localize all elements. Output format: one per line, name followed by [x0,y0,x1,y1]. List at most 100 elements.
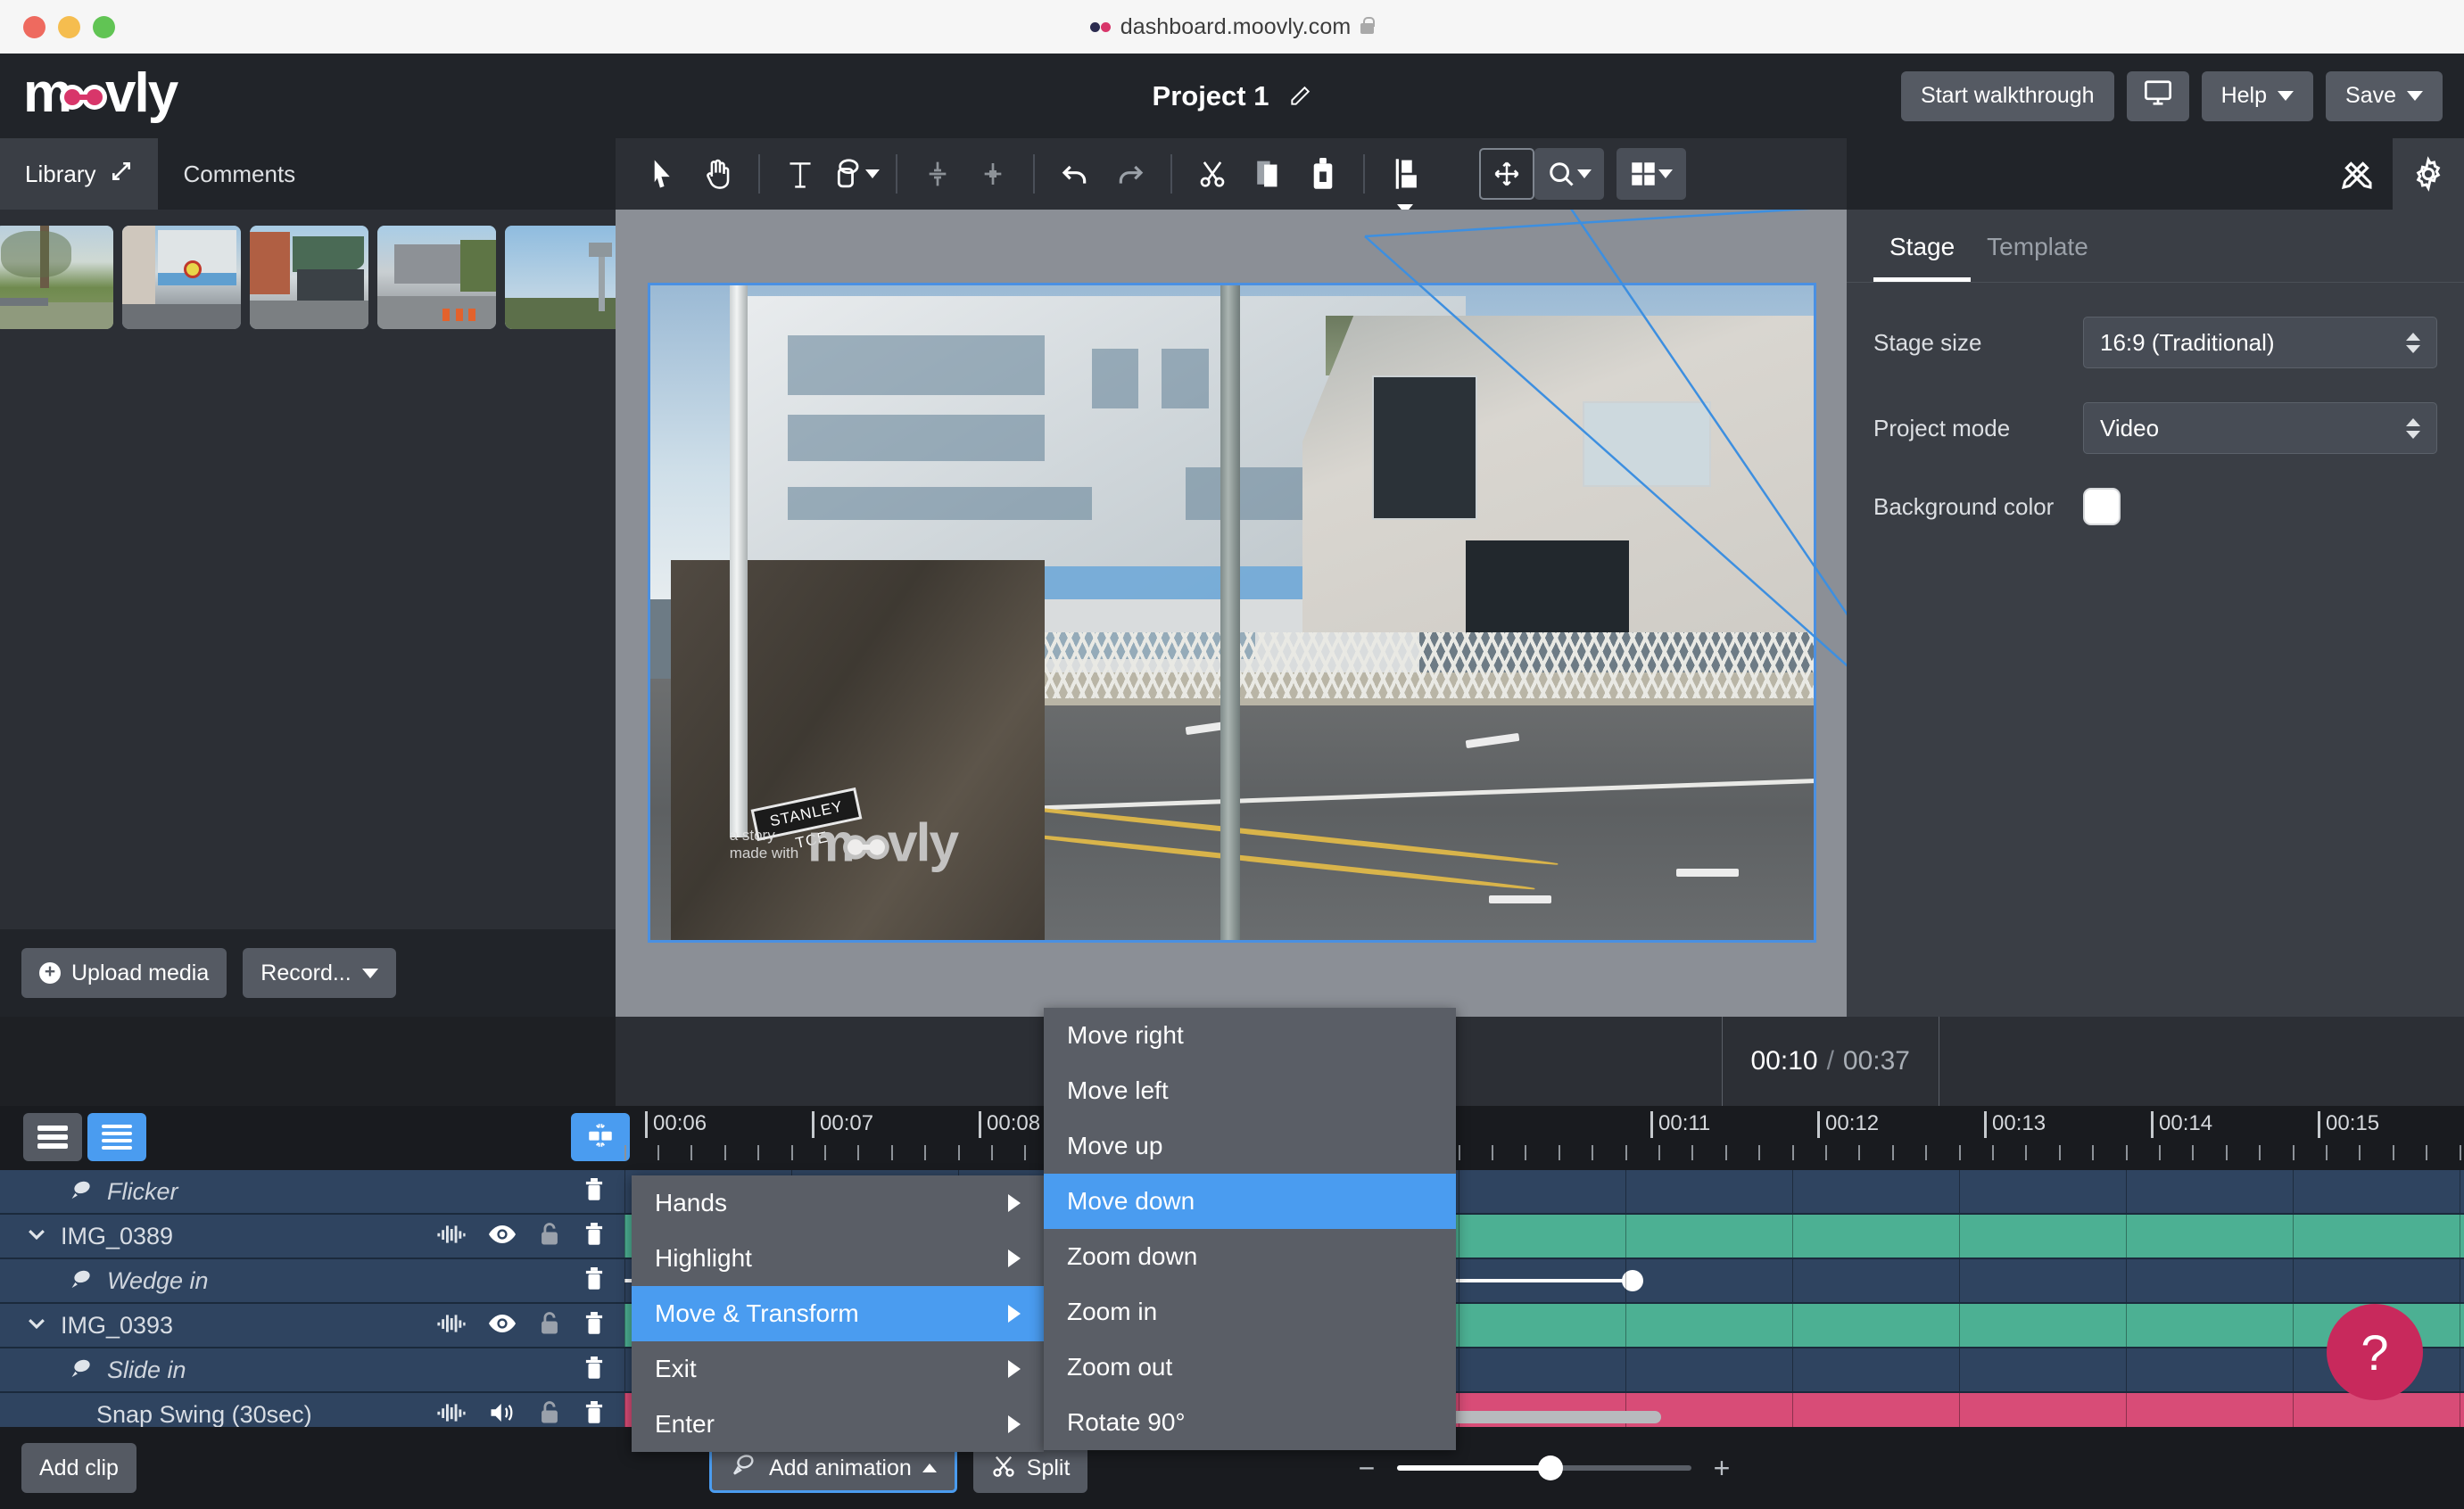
menu-item[interactable]: Move & Transform [632,1286,1044,1341]
lock-icon[interactable] [539,1400,560,1430]
start-walkthrough-button[interactable]: Start walkthrough [1901,70,2114,121]
menu-item[interactable]: Zoom down [1044,1229,1456,1284]
chevron-down-icon[interactable] [25,1312,48,1340]
save-button[interactable]: Save [2326,70,2443,121]
timeline-gridline [2293,1170,2294,1213]
menu-item[interactable]: Move up [1044,1118,1456,1174]
menu-item[interactable]: Hands [632,1175,1044,1231]
library-thumb-0[interactable] [0,226,113,329]
menu-item[interactable]: Move left [1044,1063,1456,1118]
delete-icon[interactable] [583,1356,605,1384]
ruler-tick-minor [2259,1145,2261,1160]
background-color-swatch[interactable] [2083,488,2121,525]
design-tools-icon[interactable] [2321,138,2393,210]
waveform-icon[interactable] [437,1313,466,1339]
align-vertical-tool[interactable] [910,148,965,200]
lock-icon[interactable] [539,1222,560,1251]
address-bar[interactable]: dashboard.moovly.com [0,0,2464,54]
paste-tool[interactable] [1295,148,1351,200]
gear-icon[interactable] [2393,138,2464,210]
timeline-gridline [2126,1348,2127,1391]
track-name-cell[interactable]: IMG_0393 [0,1304,624,1347]
chevron-right-icon [1008,1194,1021,1212]
ruler-tick-minor [824,1145,826,1160]
delete-icon[interactable] [583,1400,605,1429]
library-thumb-2[interactable] [250,226,368,329]
menu-item[interactable]: Exit [632,1341,1044,1397]
present-button[interactable] [2126,70,2189,121]
timeline-gridline [1959,1304,1960,1347]
upload-media-button[interactable]: + Upload media [21,948,227,998]
menu-item[interactable]: Move right [1044,1008,1456,1063]
cut-tool[interactable] [1185,148,1240,200]
properties-iconbar [1847,138,2464,210]
menu-item[interactable]: Rotate 90° [1044,1395,1456,1450]
stage-canvas[interactable]: STANLEY TCE a story made with m vly [616,210,1847,1017]
shape-tool[interactable] [828,148,883,200]
library-thumb-1[interactable] [122,226,241,329]
zoom-in-button[interactable]: + [1711,1452,1732,1485]
eye-icon[interactable] [489,1225,516,1249]
delete-icon[interactable] [583,1177,605,1206]
waveform-icon[interactable] [437,1224,466,1249]
track-name-cell[interactable]: Wedge in [0,1259,624,1302]
tab-template[interactable]: Template [1971,210,2104,282]
text-tool[interactable] [773,148,828,200]
menu-item[interactable]: Zoom in [1044,1284,1456,1340]
track-name-cell[interactable]: Slide in [0,1348,624,1391]
pencil-icon[interactable] [1288,85,1311,108]
ruler-tick-minor [1658,1145,1660,1160]
copy-tool[interactable] [1240,148,1295,200]
select-tool[interactable] [635,148,690,200]
speaker-icon[interactable] [489,1401,516,1429]
library-thumb-3[interactable] [377,226,496,329]
menu-item[interactable]: Move down [1044,1174,1456,1229]
expand-icon[interactable] [110,160,133,189]
menu-item[interactable]: Enter [632,1397,1044,1452]
waveform-icon[interactable] [437,1402,466,1428]
stage-size-select[interactable]: 16:9 (Traditional) [2083,317,2437,368]
eye-icon[interactable] [489,1314,516,1338]
animation-category-menu[interactable]: Hands Highlight Move & Transform Exit Enter [632,1175,1044,1452]
zoom-slider-handle[interactable] [1537,1455,1563,1480]
pan-tool[interactable] [690,148,746,200]
snap-to-grid-button[interactable] [571,1113,630,1161]
record-button[interactable]: Record... [243,948,396,998]
tab-stage[interactable]: Stage [1873,210,1972,282]
redo-tool[interactable] [1103,148,1158,200]
menu-item[interactable]: Zoom out [1044,1340,1456,1395]
tab-library[interactable]: Library [0,138,159,210]
chevron-down-icon[interactable] [25,1223,48,1250]
project-mode-select[interactable]: Video [2083,402,2437,454]
grid-tool[interactable] [1616,148,1686,200]
ruler-tick-minor [657,1145,659,1160]
timeline-ruler[interactable]: 00:06 00:07 00:08 00:11 00:12 00:13 00:14 00:15… [624,1106,2464,1170]
timeline-gridline [2126,1259,2127,1302]
fit-to-screen-tool[interactable] [1479,148,1534,200]
menu-item[interactable]: Highlight [632,1231,1044,1286]
undo-tool[interactable] [1047,148,1103,200]
zoom-out-button[interactable]: − [1356,1452,1377,1485]
delete-icon[interactable] [583,1266,605,1295]
help-button[interactable]: Help [2201,70,2314,121]
add-clip-button[interactable]: Add clip [21,1443,136,1493]
lock-icon[interactable] [539,1311,560,1340]
ruler-tick-minor [857,1145,859,1160]
track-name-cell[interactable]: IMG_0389 [0,1215,624,1258]
track-name-cell[interactable]: Snap Swing (30sec) [0,1393,624,1429]
toolbar-divider [1363,154,1365,194]
track-name-cell[interactable]: Flicker [0,1170,624,1213]
library-thumb-4[interactable] [505,226,624,329]
zoom-slider[interactable] [1397,1455,1691,1480]
zoom-tool[interactable] [1534,148,1604,200]
animation-submenu[interactable]: Move right Move left Move up Move down Zoom … [1044,1008,1456,1450]
delete-icon[interactable] [583,1222,605,1250]
help-fab-button[interactable]: ? [2327,1304,2423,1400]
detail-view-button[interactable] [87,1113,146,1161]
tab-comments[interactable]: Comments [158,138,320,210]
list-view-button[interactable] [23,1113,82,1161]
delete-icon[interactable] [583,1311,605,1340]
ruler-tick-label: 00:15 [2326,1111,2380,1135]
align-horizontal-tool[interactable] [965,148,1021,200]
arrange-tool[interactable] [1377,148,1433,214]
